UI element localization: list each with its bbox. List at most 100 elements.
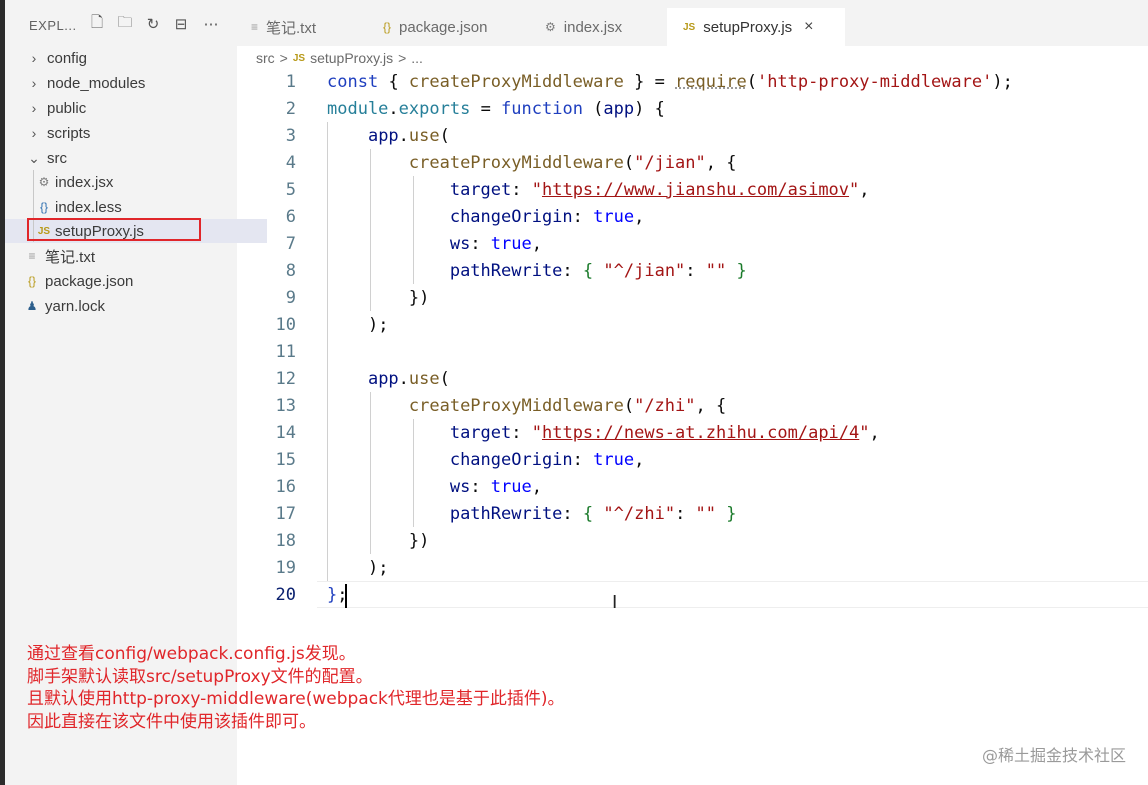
- code-line: 6 changeOrigin: true,: [237, 203, 1148, 230]
- code-text: }): [408, 287, 430, 308]
- code-text: target: "https://www.jianshu.com/asimov"…: [449, 179, 870, 200]
- code-line: 14 target: "https://news-at.zhihu.com/ap…: [237, 419, 1148, 446]
- breadcrumb-file[interactable]: setupProxy.js: [310, 50, 393, 66]
- gear-icon: ⚙: [545, 20, 556, 34]
- watermark: @稀土掘金技术社区: [981, 746, 1126, 765]
- tree-file-index-less[interactable]: {} index.less: [5, 195, 267, 219]
- tree-folder-scripts[interactable]: › scripts: [5, 121, 259, 145]
- code-line: 7 ws: true,: [237, 230, 1148, 257]
- text-file-icon: ≡: [28, 249, 36, 263]
- tab-bar: ≡ 笔记.txt {} package.json ⚙ index.jsx JS …: [237, 0, 1148, 46]
- tree-folder-config[interactable]: › config: [5, 46, 259, 70]
- tab-index-jsx[interactable]: ⚙ index.jsx: [545, 8, 675, 46]
- tree-item-label: yarn.lock: [45, 297, 106, 315]
- tree-item-label: index.less: [55, 198, 122, 216]
- chevron-right-icon: ›: [31, 100, 37, 116]
- tab-setupproxy-js[interactable]: JS setupProxy.js ×: [667, 8, 845, 46]
- ibeam-cursor-icon: I: [612, 592, 618, 613]
- line-number: 8: [285, 260, 296, 281]
- line-number: 7: [285, 233, 296, 254]
- breadcrumb-folder[interactable]: src: [256, 50, 275, 66]
- code-line: 11: [237, 338, 1148, 365]
- note-line: 且默认使用http-proxy-middleware(webpack代理也是基于…: [27, 689, 565, 709]
- new-folder-icon[interactable]: 🗀: [115, 14, 135, 34]
- line-number: 3: [285, 125, 296, 146]
- tree-file-notes-txt[interactable]: ≡ 笔记.txt: [5, 244, 255, 268]
- line-number: 10: [275, 314, 296, 335]
- gear-icon: ⚙: [38, 175, 50, 189]
- braces-icon: {}: [39, 200, 48, 214]
- code-line: 9 }): [237, 284, 1148, 311]
- code-line: 15 changeOrigin: true,: [237, 446, 1148, 473]
- tree-file-package-json[interactable]: {} package.json: [5, 269, 255, 293]
- line-number: 4: [285, 152, 296, 173]
- tree-folder-src[interactable]: ⌄ src: [5, 146, 259, 170]
- chevron-right-icon: ›: [31, 125, 37, 141]
- new-file-icon[interactable]: 🗋: [87, 14, 107, 34]
- code-line: 1 const { createProxyMiddleware } = requ…: [237, 68, 1148, 95]
- annotation-notes: 通过查看config/webpack.config.js发现。 脚手架默认读取s…: [27, 643, 565, 733]
- code-text: }): [408, 530, 430, 551]
- code-line: 8 pathRewrite: { "^/jian": "" }: [237, 257, 1148, 284]
- yarn-icon: ♟: [26, 299, 38, 313]
- tree-item-label: scripts: [47, 124, 91, 142]
- code-text: createProxyMiddleware("/jian", {: [408, 152, 737, 173]
- more-actions-icon[interactable]: ⋯: [201, 14, 221, 34]
- line-number: 11: [275, 341, 296, 362]
- line-number: 20: [275, 584, 296, 605]
- code-text: module.exports = function (app) {: [327, 98, 665, 119]
- code-line: 2 module.exports = function (app) {: [237, 95, 1148, 122]
- tab-package-json[interactable]: {} package.json: [383, 8, 533, 46]
- code-text: );: [367, 314, 389, 335]
- code-text: changeOrigin: true,: [449, 206, 645, 227]
- note-line: 脚手架默认读取src/setupProxy文件的配置。: [27, 666, 373, 687]
- note-line: 通过查看config/webpack.config.js发现。: [27, 644, 356, 664]
- code-line: 10 );: [237, 311, 1148, 338]
- code-line: 18 }): [237, 527, 1148, 554]
- line-number: 13: [275, 395, 296, 416]
- code-text: );: [367, 557, 389, 578]
- tree-item-label: config: [47, 49, 88, 67]
- tree-item-label: package.json: [45, 272, 134, 290]
- line-number: 19: [275, 557, 296, 578]
- line-number: 14: [275, 422, 296, 443]
- tree-folder-public[interactable]: › public: [5, 96, 259, 120]
- tree-folder-node-modules[interactable]: › node_modules: [5, 71, 259, 95]
- breadcrumb: src > JS setupProxy.js > ...: [256, 48, 423, 68]
- tab-label: setupProxy.js: [703, 18, 793, 36]
- tree-item-label: index.jsx: [55, 173, 114, 191]
- code-text: pathRewrite: { "^/jian": "" }: [449, 260, 747, 281]
- code-line: 20 };: [237, 581, 1148, 608]
- tree-item-label: node_modules: [47, 74, 146, 92]
- line-number: 12: [275, 368, 296, 389]
- code-text: app.use(: [367, 125, 450, 146]
- text-cursor: [345, 584, 347, 608]
- tree-item-label: public: [47, 99, 87, 117]
- tree-file-yarn-lock[interactable]: ♟ yarn.lock: [5, 294, 255, 318]
- code-line: 16 ws: true,: [237, 473, 1148, 500]
- braces-icon: {}: [27, 274, 36, 288]
- tab-label: package.json: [399, 18, 488, 36]
- note-line: 因此直接在该文件中使用该插件即可。: [27, 711, 316, 732]
- code-line: 4 createProxyMiddleware("/jian", {: [237, 149, 1148, 176]
- breadcrumb-separator: >: [398, 50, 407, 66]
- breadcrumb-more[interactable]: ...: [411, 50, 423, 66]
- line-number: 5: [285, 179, 296, 200]
- tree-file-index-jsx[interactable]: ⚙ index.jsx: [5, 170, 267, 194]
- code-line: 12 app.use(: [237, 365, 1148, 392]
- collapse-all-icon[interactable]: ⊟: [171, 14, 191, 34]
- tab-label: 笔记.txt: [266, 19, 317, 37]
- code-text: target: "https://news-at.zhihu.com/api/4…: [449, 422, 880, 443]
- chevron-right-icon: ›: [31, 75, 37, 91]
- code-editor[interactable]: 1 const { createProxyMiddleware } = requ…: [237, 68, 1148, 628]
- refresh-icon[interactable]: ↻: [143, 14, 163, 34]
- tab-label: index.jsx: [563, 18, 623, 36]
- tree-item-label: src: [47, 149, 67, 167]
- close-icon[interactable]: ×: [804, 18, 813, 36]
- line-number: 15: [275, 449, 296, 470]
- tab-notes-txt[interactable]: ≡ 笔记.txt: [251, 8, 371, 46]
- chevron-down-icon: ⌄: [28, 149, 40, 166]
- highlight-box: [27, 218, 201, 241]
- text-file-icon: ≡: [251, 20, 259, 34]
- js-icon: JS: [683, 21, 696, 33]
